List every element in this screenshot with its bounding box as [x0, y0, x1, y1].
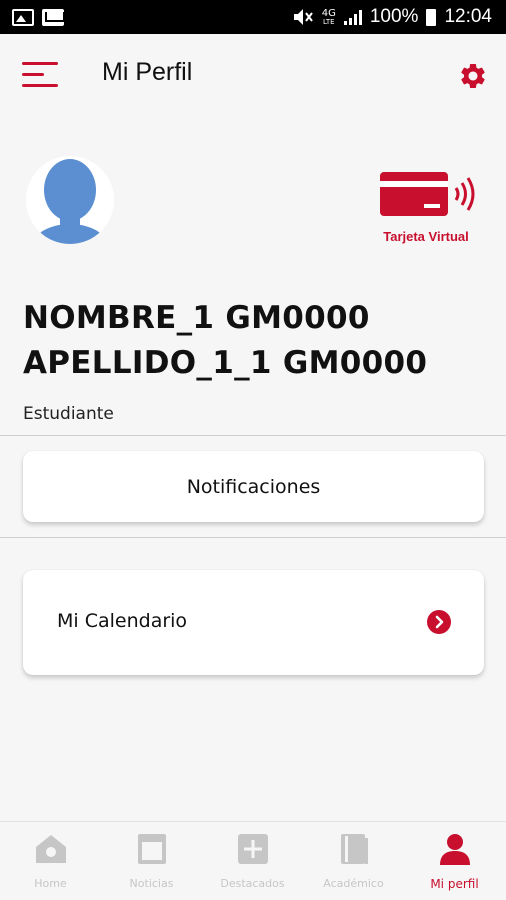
profile-name: NOMBRE_1 GM0000 APELLIDO_1_1 GM0000 [23, 296, 427, 386]
gallery-notification-icon [12, 8, 34, 26]
app-header: Mi Perfil [0, 34, 506, 116]
status-bar: 4G LTE 100% 12:04 [0, 0, 506, 34]
network-type-bottom: LTE [322, 17, 335, 26]
network-type: 4G LTE [321, 7, 336, 26]
plus-square-icon [238, 834, 268, 864]
network-type-top: 4G [321, 7, 336, 19]
nav-news-label: Noticias [129, 877, 174, 890]
profile-first-name: NOMBRE_1 GM0000 [23, 300, 370, 336]
nav-academic-label: Académico [323, 877, 384, 890]
nav-featured[interactable]: Destacados [202, 822, 303, 900]
nav-featured-label: Destacados [220, 877, 285, 890]
profile-role: Estudiante [23, 404, 114, 424]
nav-profile-label: Mi perfil [430, 877, 479, 891]
book-icon [341, 834, 368, 864]
notifications-button[interactable]: Notificaciones [23, 451, 484, 522]
divider [0, 435, 506, 436]
contactless-card-icon [380, 172, 475, 216]
nav-home-label: Home [34, 877, 67, 890]
page-title: Mi Perfil [102, 58, 193, 86]
battery-icon [426, 8, 437, 26]
notifications-label: Notificaciones [186, 475, 321, 498]
news-icon [138, 834, 166, 864]
virtual-card-label: Tarjeta Virtual [383, 229, 469, 244]
clock: 12:04 [444, 6, 492, 27]
bottom-nav: Home Noticias Destacados Académico Mi pe… [0, 821, 506, 900]
nav-news[interactable]: Noticias [101, 822, 202, 900]
gear-icon[interactable] [458, 61, 488, 91]
nav-home[interactable]: Home [0, 822, 101, 900]
status-bar-system: 4G LTE 100% 12:04 [292, 6, 492, 28]
mute-icon [293, 9, 313, 25]
nav-academic[interactable]: Académico [303, 822, 404, 900]
divider [0, 537, 506, 538]
chevron-right-icon [427, 610, 451, 634]
signal-icon [343, 9, 362, 25]
calendar-label: Mi Calendario [57, 610, 188, 632]
person-icon [440, 834, 470, 865]
profile-last-name: APELLIDO_1_1 GM0000 [23, 345, 428, 381]
home-icon [36, 835, 66, 863]
hamburger-menu-icon[interactable] [22, 62, 58, 88]
calendar-button[interactable]: Mi Calendario [23, 570, 484, 675]
status-bar-notifications [12, 8, 65, 26]
nav-profile[interactable]: Mi perfil [404, 822, 505, 900]
battery-percent: 100% [369, 6, 419, 27]
virtual-card-button[interactable]: Tarjeta Virtual [374, 168, 484, 248]
message-notification-icon [42, 8, 65, 26]
avatar [26, 156, 114, 244]
